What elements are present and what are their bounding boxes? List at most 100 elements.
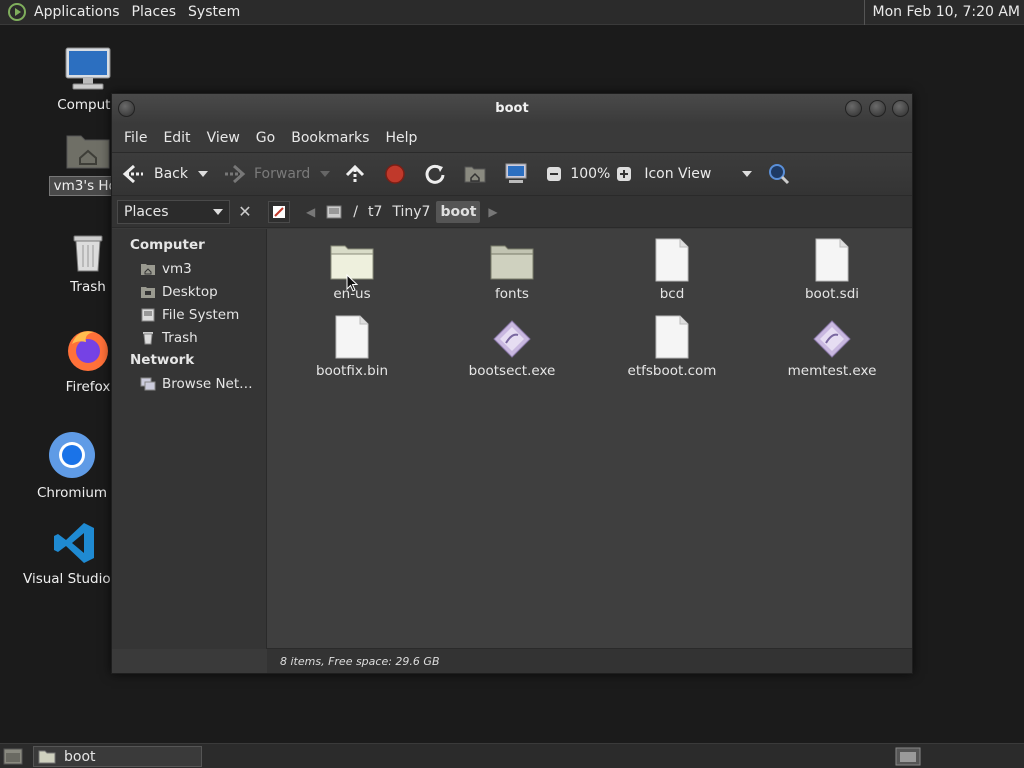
minimize-button[interactable] [845, 100, 862, 117]
taskbar-item-label: boot [64, 748, 96, 765]
desktop-icon [141, 286, 155, 298]
breadcrumb-tiny7[interactable]: Tiny7 [388, 201, 434, 223]
menu-go[interactable]: Go [248, 124, 283, 152]
back-history-chevron-down-icon[interactable] [198, 171, 208, 177]
clock[interactable]: Mon Feb 10, 7:20 AM [863, 0, 1020, 25]
sidebar-item-label: File System [162, 306, 240, 323]
mate-logo-icon[interactable] [8, 3, 26, 21]
sidebar-heading-network[interactable]: Network [112, 349, 266, 372]
zoom-in-button[interactable] [616, 156, 640, 192]
breadcrumb-t7[interactable]: t7 [364, 201, 386, 223]
system-menu[interactable]: System [182, 0, 246, 25]
executable-icon [813, 320, 851, 358]
file-item-en-us[interactable]: en-us [292, 238, 412, 302]
document-icon [655, 315, 689, 359]
menu-bookmarks[interactable]: Bookmarks [283, 124, 377, 152]
edit-icon [273, 205, 285, 218]
home-folder-icon [464, 166, 486, 183]
zoom-out-icon [547, 167, 562, 181]
forward-label: Forward [254, 166, 311, 182]
menu-edit[interactable]: Edit [155, 124, 198, 152]
file-item-fonts[interactable]: fonts [452, 238, 572, 302]
folder-icon [490, 245, 534, 280]
side-pane-chevron-down-icon [213, 208, 223, 215]
close-button[interactable] [892, 100, 909, 117]
maximize-button[interactable] [869, 100, 886, 117]
file-view[interactable]: en-us fonts bcd boot.sdi bootfix.bin boo… [267, 229, 912, 649]
places-menu[interactable]: Places [126, 0, 183, 25]
view-mode-chevron-down-icon [742, 171, 753, 177]
file-item-boot-sdi[interactable]: boot.sdi [772, 238, 892, 302]
breadcrumb: ◀ / t7 Tiny7 boot ▶ [268, 199, 498, 225]
sidebar-item-vm3[interactable]: vm3 [112, 257, 266, 280]
content-area: Computer vm3 Desktop File System Trash N… [112, 229, 912, 649]
search-button[interactable] [768, 156, 798, 192]
sidebar-item-label: Browse Net… [162, 375, 253, 392]
breadcrumb-left-chevron-icon[interactable]: ◀ [306, 205, 315, 219]
trash-icon [143, 331, 153, 344]
view-mode-select[interactable]: Icon View [644, 156, 753, 192]
window-title: boot [495, 101, 529, 116]
breadcrumb-right-chevron-icon[interactable]: ▶ [488, 205, 497, 219]
executable-icon [493, 320, 531, 358]
file-name: etfsboot.com [627, 363, 717, 379]
stop-button[interactable] [384, 156, 414, 192]
vscode-icon [54, 523, 94, 563]
side-pane-selector[interactable]: Places [117, 199, 230, 224]
sidebar-item-label: Trash [162, 329, 198, 346]
desktop-icon-label: Chromium [36, 485, 108, 501]
desktop-icon-label: Trash [70, 279, 106, 295]
show-desktop-icon[interactable] [3, 748, 23, 765]
sidebar-item-desktop[interactable]: Desktop [112, 280, 266, 303]
breadcrumb-boot[interactable]: boot [436, 200, 481, 223]
top-panel: Applications Places System Mon Feb 10, 7… [0, 0, 1024, 25]
search-icon [769, 164, 790, 185]
sidebar-item-label: vm3 [162, 260, 192, 277]
computer-icon [505, 163, 527, 183]
menu-file[interactable]: File [116, 124, 155, 152]
workspace-switcher-icon[interactable] [895, 747, 921, 766]
file-name: bootfix.bin [315, 363, 389, 379]
up-button[interactable] [344, 156, 374, 192]
reload-icon [425, 164, 445, 184]
reload-button[interactable] [424, 156, 454, 192]
applications-menu[interactable]: Applications [28, 0, 126, 25]
menu-view[interactable]: View [199, 124, 248, 152]
sidebar-heading-computer[interactable]: Computer [112, 234, 266, 257]
menu-help[interactable]: Help [377, 124, 425, 152]
back-label: Back [154, 166, 188, 182]
file-item-etfsboot-com[interactable]: etfsboot.com [612, 315, 732, 379]
file-manager-window: boot File Edit View Go Bookmarks Help Ba… [111, 93, 913, 674]
window-titlebar[interactable]: boot [112, 94, 912, 124]
zoom-out-button[interactable]: 100% [546, 156, 610, 192]
close-side-pane-icon[interactable]: ✕ [234, 201, 256, 223]
forward-button[interactable]: Forward [222, 156, 310, 192]
forward-history-chevron-down-icon[interactable] [320, 171, 331, 177]
computer-button[interactable] [504, 156, 536, 192]
file-name: memtest.exe [787, 363, 877, 379]
file-item-bootsect-exe[interactable]: bootsect.exe [452, 315, 572, 379]
home-icon [141, 263, 155, 275]
breadcrumb-root-drive[interactable] [323, 201, 345, 223]
zoom-level[interactable]: 100% [570, 166, 610, 182]
file-item-memtest-exe[interactable]: memtest.exe [772, 315, 892, 379]
sidebar-item-browse-network[interactable]: Browse Net… [112, 372, 266, 395]
sidebar-item-file-system[interactable]: File System [112, 303, 266, 326]
location-bar: Places ✕ ◀ / t7 Tiny7 boot ▶ [112, 196, 912, 228]
file-item-bootfix-bin[interactable]: bootfix.bin [292, 315, 412, 379]
file-name: bootsect.exe [468, 363, 556, 379]
file-item-bcd[interactable]: bcd [612, 238, 732, 302]
home-button[interactable] [464, 156, 494, 192]
back-button[interactable]: Back [122, 156, 188, 192]
breadcrumb-root[interactable]: / [349, 201, 362, 223]
document-icon [815, 238, 849, 282]
stop-icon [385, 164, 406, 184]
sidebar-item-trash[interactable]: Trash [112, 326, 266, 349]
file-name: fonts [495, 286, 529, 302]
toggle-location-entry-button[interactable] [268, 200, 290, 223]
document-icon [335, 315, 369, 359]
mouse-cursor-icon [346, 274, 358, 292]
taskbar-item-boot[interactable]: boot [33, 746, 202, 767]
computer-icon [65, 47, 111, 90]
view-mode-label: Icon View [644, 166, 712, 182]
